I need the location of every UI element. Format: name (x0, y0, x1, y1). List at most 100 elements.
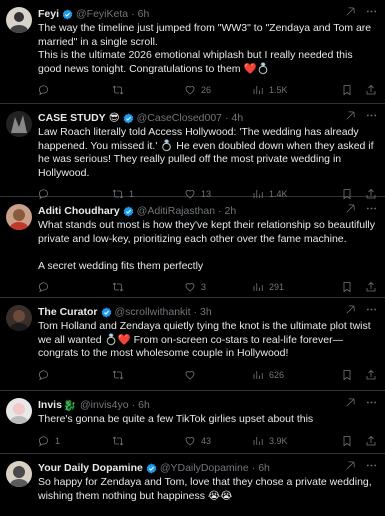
tweet[interactable]: Invis 🐉 @invis4yo · 6h There's gonna be … (0, 391, 385, 454)
tweet[interactable]: The Curator @scrollwithankit · 3h Tom Ho… (0, 298, 385, 391)
author-name[interactable]: The Curator (38, 306, 98, 318)
reply-icon (39, 369, 48, 380)
share-icon[interactable] (365, 84, 377, 96)
more-icon[interactable] (366, 203, 377, 214)
heart-icon (185, 86, 195, 95)
author-name[interactable]: Feyi (38, 8, 59, 20)
like-button[interactable]: 26 (184, 84, 252, 96)
author-name-emoji: 😎 (108, 112, 120, 124)
grok-icon[interactable] (345, 110, 356, 121)
bookmark-icon[interactable] (341, 369, 353, 381)
tweet-actions: 1 43 3.9K (38, 430, 377, 452)
grok-icon[interactable] (345, 460, 356, 471)
bookmark-icon[interactable] (341, 84, 353, 96)
verified-badge-icon (101, 306, 111, 318)
like-button[interactable]: 3 (184, 281, 252, 293)
avatar[interactable] (6, 305, 32, 331)
tweet-secondary-actions (341, 435, 377, 447)
views-icon (253, 283, 263, 291)
tweet-text-line: This is the ultimate 2026 emotional whip… (38, 49, 353, 75)
grok-icon[interactable] (345, 304, 356, 315)
author-handle[interactable]: @FeyiKeta (76, 8, 128, 20)
bookmark-icon[interactable] (341, 435, 353, 447)
views-button[interactable]: 3.9K (252, 435, 324, 447)
retweet-button[interactable] (112, 84, 184, 96)
tweet[interactable]: Feyi @FeyiKeta · 6h The way the timeline… (0, 0, 385, 104)
views-icon (253, 370, 263, 379)
timestamp[interactable]: 6h (258, 462, 270, 474)
tweet-text: So happy for Zendaya and Tom, love that … (38, 476, 377, 503)
tweet-text-line: There's gonna be quite a few TikTok girl… (38, 413, 314, 425)
grok-icon[interactable] (345, 397, 356, 408)
separator-dot: · (218, 205, 222, 217)
author-name-emoji: 🐉 (62, 399, 77, 412)
author-name[interactable]: Aditi Choudhary (38, 205, 120, 217)
bookmark-icon[interactable] (341, 281, 353, 293)
heart-icon (185, 370, 195, 379)
share-icon[interactable] (365, 435, 377, 447)
reply-button[interactable] (38, 281, 112, 293)
retweet-button[interactable] (112, 435, 184, 447)
views-button[interactable]: 291 (252, 281, 324, 293)
timestamp[interactable]: 4h (232, 112, 244, 124)
views-button[interactable]: 626 (252, 369, 324, 381)
tweet-header-actions (345, 110, 377, 121)
tweet-actions: 26 1.5K (38, 79, 377, 101)
more-icon[interactable] (366, 397, 377, 408)
separator-dot: · (131, 399, 136, 411)
tweet[interactable]: Aditi Choudhary @AditiRajasthan · 2h Wha… (0, 197, 385, 298)
avatar[interactable] (6, 111, 32, 137)
more-icon[interactable] (366, 460, 377, 471)
grok-icon[interactable] (345, 6, 356, 17)
tweet-text-line: Law Roach literally told Access Hollywoo… (38, 126, 374, 179)
retweet-icon (112, 436, 124, 445)
reply-icon (39, 282, 48, 293)
avatar[interactable] (6, 7, 32, 33)
view-count: 3.9K (269, 435, 288, 446)
tweet-text-line: Tom Holland and Zendaya quietly tying th… (38, 320, 371, 359)
more-icon[interactable] (366, 110, 377, 121)
retweet-button[interactable] (112, 369, 184, 381)
tweet-secondary-actions (341, 369, 377, 381)
timestamp[interactable]: 6h (138, 8, 150, 20)
heart-icon (185, 283, 195, 292)
author-handle[interactable]: @YDailyDopamine (160, 462, 249, 474)
tweet-text: The way the timeline just jumped from "W… (38, 22, 377, 76)
more-icon[interactable] (366, 6, 377, 17)
avatar[interactable] (6, 398, 32, 424)
timestamp[interactable]: 3h (200, 306, 212, 318)
like-button[interactable]: 43 (184, 435, 252, 447)
share-icon[interactable] (365, 281, 377, 293)
tweet-text: Law Roach literally told Access Hollywoo… (38, 126, 377, 180)
avatar[interactable] (6, 204, 32, 230)
reply-button[interactable] (38, 369, 112, 381)
more-icon[interactable] (366, 304, 377, 315)
author-handle[interactable]: @AditiRajasthan (137, 205, 215, 217)
tweet-header: The Curator @scrollwithankit · 3h (38, 304, 377, 320)
view-count: 626 (269, 369, 285, 380)
tweet-header-actions (345, 304, 377, 315)
like-button[interactable] (184, 369, 252, 381)
avatar[interactable] (6, 461, 32, 487)
author-name[interactable]: CASE STUDY (38, 112, 106, 124)
views-icon (253, 86, 263, 94)
share-icon[interactable] (365, 369, 377, 381)
author-handle[interactable]: @invis4yo (80, 399, 129, 411)
timestamp[interactable]: 6h (138, 399, 150, 411)
timestamp[interactable]: 2h (225, 205, 237, 217)
reply-button[interactable]: 1 (38, 435, 112, 447)
author-handle[interactable]: @CaseClosed007 (137, 112, 222, 124)
author-name[interactable]: Your Daily Dopamine (38, 462, 143, 474)
tweet-text: What stands out most is how they've kept… (38, 219, 377, 273)
tweet[interactable]: CASE STUDY 😎 @CaseClosed007 · 4h Law Roa… (0, 104, 385, 200)
view-count: 291 (269, 282, 285, 292)
author-name[interactable]: Invis (38, 399, 62, 411)
author-handle[interactable]: @scrollwithankit (115, 306, 191, 318)
verified-badge-icon (146, 462, 157, 474)
grok-icon[interactable] (345, 203, 356, 214)
reply-button[interactable] (38, 84, 112, 96)
views-button[interactable]: 1.5K (252, 84, 324, 96)
retweet-button[interactable] (112, 281, 184, 293)
tweet-header: CASE STUDY 😎 @CaseClosed007 · 4h (38, 110, 377, 126)
tweet[interactable]: Your Daily Dopamine @YDailyDopamine · 6h… (0, 454, 385, 516)
